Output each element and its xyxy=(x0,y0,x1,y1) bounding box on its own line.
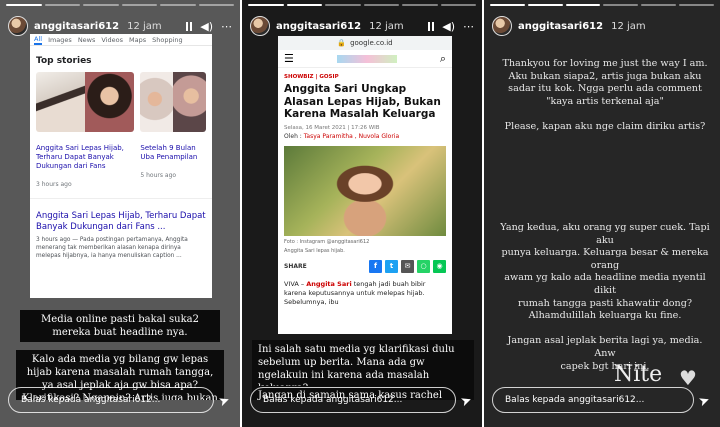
avatar[interactable] xyxy=(492,16,512,36)
site-logo xyxy=(336,54,397,63)
card-title: Anggita Sari Lepas Hijab, Terharu Dapat … xyxy=(36,144,124,170)
breadcrumb: SHOWBIZ | GOSIP xyxy=(284,74,339,80)
story-text: Thankyou for loving me just the way I am… xyxy=(502,58,708,132)
article-body: VIVA – Anggita Sari tengah jadi buah bib… xyxy=(284,279,426,306)
card-time: 5 hours ago xyxy=(140,172,177,179)
search-result-snippet: 3 hours ago — Pada postingan pertamanya,… xyxy=(36,237,188,259)
url-text: google.co.id xyxy=(350,39,393,47)
article-title: Anggita Sari Ungkap Alasan Lepas Hijab, … xyxy=(284,83,441,120)
card-title: Setelah 9 Bulan Uba Penampilan xyxy=(140,144,198,161)
story-header: anggitasari612 12 jam ◀) ⋯ xyxy=(250,12,474,40)
search-icon: ⌕ xyxy=(439,51,446,65)
post-time: 12 jam xyxy=(127,20,162,32)
article-photo xyxy=(284,145,446,236)
volume-icon[interactable]: ◀) xyxy=(442,20,455,33)
reply-input[interactable]: Balas kepada anggitasari612... xyxy=(8,387,214,413)
username[interactable]: anggitasari612 xyxy=(276,21,361,32)
avatar[interactable] xyxy=(250,16,270,36)
whatsapp-icon: ○ xyxy=(417,260,430,273)
facebook-icon: f xyxy=(369,260,382,273)
pause-icon[interactable] xyxy=(428,21,435,31)
news-card: Setelah 9 Bulan Uba Penampilan 5 hours a… xyxy=(140,72,206,188)
send-icon[interactable]: ➤ xyxy=(217,393,232,411)
article-date: Selasa, 16 Maret 2021 | 17:26 WIB xyxy=(284,124,380,131)
story-progress xyxy=(490,4,714,6)
article-author: Oleh : Tasya Paramitha , Nuvola Gloria xyxy=(284,132,400,140)
story-2[interactable]: anggitasari612 12 jam ◀) ⋯ 🔒 google.co.id … xyxy=(242,0,482,427)
more-icon[interactable]: ⋯ xyxy=(221,20,232,33)
line-icon: ◉ xyxy=(433,260,446,273)
top-stories-heading: Top stories xyxy=(36,56,92,66)
nite-sticker: Nite xyxy=(614,362,663,387)
story-progress xyxy=(6,4,234,6)
lock-icon: 🔒 xyxy=(337,39,347,47)
story-1[interactable]: anggitasari612 12 jam ◀) ⋯ All Images New… xyxy=(0,0,240,427)
article-screenshot: 🔒 google.co.id ☰ ⌕ SHOWBIZ | GOSIP Anggita… xyxy=(278,36,452,334)
story-progress xyxy=(248,4,476,6)
more-icon[interactable]: ⋯ xyxy=(463,20,474,33)
mail-icon: ✉ xyxy=(401,260,414,273)
photo-caption: Anggita Sari lepas hijab. xyxy=(284,247,345,254)
volume-icon[interactable]: ◀) xyxy=(200,20,213,33)
story-header: anggitasari612 12 jam xyxy=(492,12,712,40)
send-icon[interactable]: ➤ xyxy=(697,393,712,411)
username[interactable]: anggitasari612 xyxy=(34,21,119,32)
caption: Media online pasti bakal suka2 mereka bu… xyxy=(20,310,220,342)
google-screenshot: All Images News Videos Maps Shopping Top… xyxy=(30,34,212,298)
reply-input[interactable]: Balas kepada anggitasari612... xyxy=(492,387,694,413)
story-text: Yang kedua, aku orang yg super cuek. Tap… xyxy=(500,222,710,372)
post-time: 12 jam xyxy=(369,20,404,32)
share-bar: SHARE f t ✉ ○ ◉ xyxy=(284,260,446,274)
photo-credit: Foto : Instagram @anggitasari612 xyxy=(284,238,370,245)
story-3[interactable]: anggitasari612 12 jam Thankyou for lovin… xyxy=(484,0,720,427)
pause-icon[interactable] xyxy=(186,21,193,31)
menu-icon: ☰ xyxy=(284,52,294,65)
reply-input[interactable]: Balas kepada anggitasari612... xyxy=(250,387,456,413)
avatar[interactable] xyxy=(8,16,28,36)
news-card: Anggita Sari Lepas Hijab, Terharu Dapat … xyxy=(36,72,135,188)
story-header: anggitasari612 12 jam ◀) ⋯ xyxy=(8,12,232,40)
twitter-icon: t xyxy=(385,260,398,273)
search-result-title: Anggita Sari Lepas Hijab, Terharu Dapat … xyxy=(36,211,206,232)
card-time: 3 hours ago xyxy=(36,181,72,188)
username[interactable]: anggitasari612 xyxy=(518,21,603,32)
post-time: 12 jam xyxy=(611,20,646,32)
stories-strip: anggitasari612 12 jam ◀) ⋯ All Images New… xyxy=(0,0,720,427)
share-label: SHARE xyxy=(284,263,307,270)
